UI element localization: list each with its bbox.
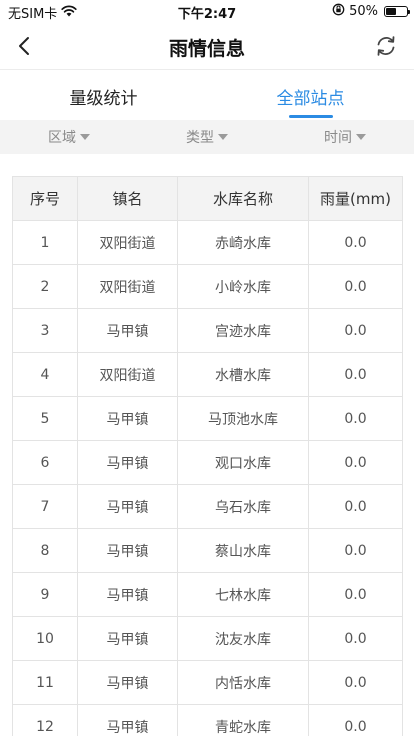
cell-rainfall: 0.0 [308,528,403,573]
page-title: 雨情信息 [168,38,245,60]
caret-down-icon [356,134,366,140]
rainfall-table: 序号 镇名 水库名称 雨量(mm) 1 双阳街道 赤崎水库 0.0 2 双阳街道 小岭水库 0… [12,176,403,736]
table-row[interactable]: 12 马甲镇 青蛇水库 0.0 [12,704,403,736]
tab-level-stats[interactable]: 量级统计 [0,70,207,120]
cell-rainfall: 0.0 [308,352,403,397]
cell-rainfall: 0.0 [308,440,403,485]
header-town: 镇名 [77,176,178,221]
table-row[interactable]: 8 马甲镇 蔡山水库 0.0 [12,528,403,573]
battery-fill [386,8,396,15]
status-bar: 无SIM卡 下午2:47 50% [0,0,414,22]
cell-rainfall: 0.0 [308,572,403,617]
cell-index: 6 [12,440,78,485]
battery-icon [384,6,410,17]
battery-percent: 50% [349,4,378,19]
table-body: 1 双阳街道 赤崎水库 0.0 2 双阳街道 小岭水库 0.0 3 马甲镇 宫迹水库 0.0 4 双阳街道… [12,220,403,736]
cell-rainfall: 0.0 [308,660,403,705]
cell-town: 马甲镇 [77,660,178,705]
cell-rainfall: 0.0 [308,396,403,441]
header-reservoir: 水库名称 [177,176,309,221]
cell-reservoir: 水槽水库 [177,352,309,397]
cell-index: 7 [12,484,78,529]
cell-reservoir: 内恬水库 [177,660,309,705]
cell-town: 马甲镇 [77,308,178,353]
cell-rainfall: 0.0 [308,704,403,736]
cell-reservoir: 观口水库 [177,440,309,485]
cell-rainfall: 0.0 [308,484,403,529]
cell-town: 马甲镇 [77,572,178,617]
rainfall-table-container: 序号 镇名 水库名称 雨量(mm) 1 双阳街道 赤崎水库 0.0 2 双阳街道 小岭水库 0… [12,176,403,736]
caret-down-icon [80,134,90,140]
table-row[interactable]: 2 双阳街道 小岭水库 0.0 [12,264,403,309]
filter-time[interactable]: 时间 [276,120,414,154]
refresh-icon [377,36,395,56]
cell-reservoir: 马顶池水库 [177,396,309,441]
cell-town: 双阳街道 [77,264,178,309]
cell-reservoir: 沈友水库 [177,616,309,661]
nav-bar: 雨情信息 [0,22,414,70]
cell-index: 1 [12,220,78,265]
cell-index: 9 [12,572,78,617]
header-rainfall: 雨量(mm) [308,176,403,221]
cell-rainfall: 0.0 [308,220,403,265]
table-row[interactable]: 11 马甲镇 内恬水库 0.0 [12,660,403,705]
table-row[interactable]: 1 双阳街道 赤崎水库 0.0 [12,220,403,265]
cell-town: 马甲镇 [77,396,178,441]
refresh-button[interactable] [372,32,400,60]
cell-index: 2 [12,264,78,309]
cell-town: 双阳街道 [77,220,178,265]
tab-all-stations[interactable]: 全部站点 [207,70,414,120]
cell-reservoir: 七林水库 [177,572,309,617]
table-row[interactable]: 7 马甲镇 乌石水库 0.0 [12,484,403,529]
orientation-lock-icon [332,3,345,20]
cell-reservoir: 青蛇水库 [177,704,309,736]
header-index: 序号 [12,176,78,221]
cell-reservoir: 蔡山水库 [177,528,309,573]
tab-bar: 量级统计 全部站点 [0,70,414,120]
filter-type[interactable]: 类型 [138,120,276,154]
cell-town: 双阳街道 [77,352,178,397]
filter-region-label: 区域 [48,130,76,146]
cell-index: 10 [12,616,78,661]
table-row[interactable]: 6 马甲镇 观口水库 0.0 [12,440,403,485]
cell-index: 11 [12,660,78,705]
table-row[interactable]: 10 马甲镇 沈友水库 0.0 [12,616,403,661]
cell-town: 马甲镇 [77,528,178,573]
cell-reservoir: 赤崎水库 [177,220,309,265]
status-bar-right: 50% [332,3,410,20]
table-row[interactable]: 4 双阳街道 水槽水库 0.0 [12,352,403,397]
cell-reservoir: 宫迹水库 [177,308,309,353]
cell-town: 马甲镇 [77,704,178,736]
cell-rainfall: 0.0 [308,264,403,309]
table-row[interactable]: 3 马甲镇 宫迹水库 0.0 [12,308,403,353]
caret-down-icon [218,134,228,140]
table-header-row: 序号 镇名 水库名称 雨量(mm) [12,176,403,221]
cell-town: 马甲镇 [77,616,178,661]
cell-index: 12 [12,704,78,736]
filter-time-label: 时间 [324,130,352,146]
cell-index: 5 [12,396,78,441]
filter-region[interactable]: 区域 [0,120,138,154]
filter-type-label: 类型 [186,130,214,146]
cell-rainfall: 0.0 [308,308,403,353]
cell-index: 8 [12,528,78,573]
filter-bar: 区域 类型 时间 [0,120,414,154]
cell-index: 4 [12,352,78,397]
cell-rainfall: 0.0 [308,616,403,661]
cell-reservoir: 乌石水库 [177,484,309,529]
table-row[interactable]: 9 马甲镇 七林水库 0.0 [12,572,403,617]
cell-reservoir: 小岭水库 [177,264,309,309]
table-row[interactable]: 5 马甲镇 马顶池水库 0.0 [12,396,403,441]
cell-town: 马甲镇 [77,440,178,485]
cell-index: 3 [12,308,78,353]
cell-town: 马甲镇 [77,484,178,529]
